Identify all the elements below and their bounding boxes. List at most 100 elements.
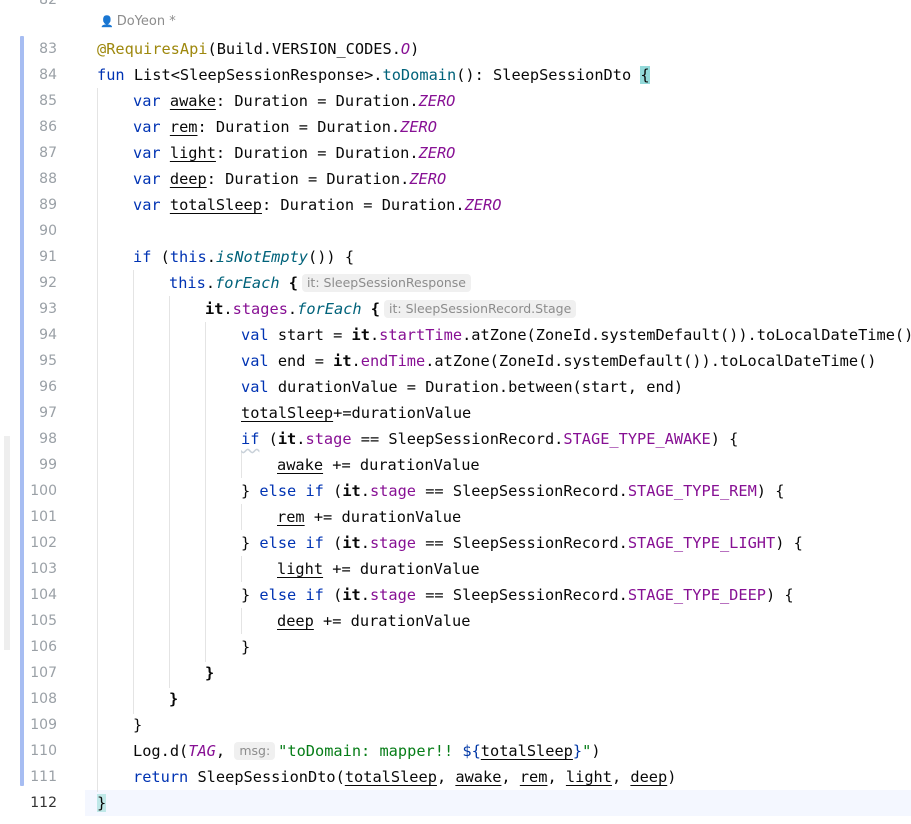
variable: deep xyxy=(277,612,314,630)
code-line[interactable]: } xyxy=(97,790,107,816)
keyword: else if xyxy=(259,482,324,500)
property: startTime xyxy=(379,326,463,344)
line-number: 103 xyxy=(30,561,57,577)
keyword: var xyxy=(133,92,161,110)
code-line[interactable]: val start = it.startTime.atZone(ZoneId.s… xyxy=(241,322,911,348)
variable: totalSleep xyxy=(480,742,573,760)
code-line[interactable]: } else if (it.stage == SleepSessionRecor… xyxy=(241,530,803,556)
keyword: if xyxy=(133,248,152,266)
code-text: ( xyxy=(151,248,170,266)
code-line[interactable]: } xyxy=(205,660,214,686)
code-line[interactable]: } xyxy=(133,712,142,738)
indent-guide xyxy=(241,452,242,478)
line-number: 97 xyxy=(39,405,57,421)
code-line[interactable]: light += durationValue xyxy=(277,556,480,582)
constant: STAGE_TYPE_REM xyxy=(627,482,757,500)
variable: totalSleep xyxy=(344,768,437,786)
indent-guide xyxy=(241,504,242,530)
code-text: . xyxy=(205,274,216,292)
code-editor[interactable]: @RequiresApi(Build.VERSION_CODES.O) fun … xyxy=(95,0,911,824)
line-number: 104 xyxy=(30,587,57,603)
keyword: return xyxy=(133,768,189,786)
constant: ZERO xyxy=(409,170,447,188)
code-line[interactable]: fun List<SleepSessionResponse>.toDomain(… xyxy=(97,62,650,88)
indent-guide xyxy=(241,556,242,582)
line-number: 102 xyxy=(30,535,57,551)
function-name: forEach xyxy=(215,274,280,292)
code-text: . xyxy=(206,248,216,266)
line-number: 88 xyxy=(39,171,57,187)
line-number: 111 xyxy=(30,769,57,785)
keyword: val xyxy=(241,378,269,396)
code-line[interactable]: @RequiresApi(Build.VERSION_CODES.O) xyxy=(97,36,419,62)
line-number: 99 xyxy=(39,457,57,473)
code-text: == SleepSessionRecord. xyxy=(416,482,628,500)
code-text: .atZone(ZoneId.systemDefault()).toLocalD… xyxy=(425,352,877,370)
code-line[interactable]: var awake: Duration = Duration.ZERO xyxy=(133,88,455,114)
code-line[interactable]: var rem: Duration = Duration.ZERO xyxy=(133,114,437,140)
code-text: == SleepSessionRecord. xyxy=(416,534,628,552)
code-line[interactable]: } xyxy=(241,634,250,660)
keyword: var xyxy=(133,170,161,188)
code-text: } xyxy=(241,534,260,552)
variable: light xyxy=(565,768,612,786)
it-reference: it xyxy=(333,352,352,370)
line-number: 100 xyxy=(30,483,57,499)
line-number: 83 xyxy=(39,41,57,57)
property: endTime xyxy=(360,352,426,370)
indent-guide xyxy=(133,270,134,714)
line-number: 106 xyxy=(30,639,57,655)
code-text: ) { xyxy=(766,586,794,604)
code-line[interactable]: } else if (it.stage == SleepSessionRecor… xyxy=(241,582,794,608)
it-reference: it xyxy=(277,430,297,448)
code-line[interactable]: it.stages.forEach {it: SleepSessionRecor… xyxy=(205,296,577,322)
code-line[interactable]: var light: Duration = Duration.ZERO xyxy=(133,140,455,166)
variable: rem xyxy=(519,768,548,786)
constant: ZERO xyxy=(400,118,437,136)
code-line[interactable]: this.forEach {it: SleepSessionResponse xyxy=(169,270,471,296)
code-text: (): SleepSessionDto xyxy=(456,66,641,84)
code-text: += durationValue xyxy=(323,456,480,474)
code-text: . xyxy=(351,352,361,370)
code-line[interactable]: if (this.isNotEmpty()) { xyxy=(133,244,354,270)
code-line[interactable]: awake += durationValue xyxy=(277,452,480,478)
variable: awake xyxy=(169,92,216,110)
variable: totalSleep xyxy=(241,404,334,422)
code-line[interactable]: } xyxy=(169,686,178,712)
code-text: } xyxy=(241,586,260,604)
function-name: toDomain xyxy=(382,66,457,84)
code-text: , xyxy=(501,768,520,786)
keyword: var xyxy=(133,144,161,162)
code-line[interactable]: if (it.stage == SleepSessionRecord.STAGE… xyxy=(241,426,738,452)
code-text: == SleepSessionRecord. xyxy=(351,430,564,448)
code-text: == SleepSessionRecord. xyxy=(416,586,628,604)
keyword: else if xyxy=(259,534,324,552)
constant: STAGE_TYPE_LIGHT xyxy=(627,534,776,552)
line-number: 98 xyxy=(39,431,57,447)
code-text: } xyxy=(241,638,251,656)
keyword: else if xyxy=(259,586,324,604)
line-number: 105 xyxy=(30,613,57,629)
code-line[interactable]: deep += durationValue xyxy=(277,608,470,634)
line-number: 109 xyxy=(30,717,57,733)
indent-guide xyxy=(169,296,170,688)
code-line[interactable]: val end = it.endTime.atZone(ZoneId.syste… xyxy=(241,348,877,374)
code-line[interactable]: var totalSleep: Duration = Duration.ZERO xyxy=(133,192,501,218)
code-line[interactable]: var deep: Duration = Duration.ZERO xyxy=(133,166,446,192)
code-text: ) xyxy=(667,768,677,786)
it-reference: it xyxy=(351,326,370,344)
matched-brace: } xyxy=(97,794,107,812)
code-line[interactable]: rem += durationValue xyxy=(277,504,461,530)
line-number: 96 xyxy=(39,379,57,395)
code-text: } xyxy=(241,482,260,500)
code-line[interactable]: } else if (it.stage == SleepSessionRecor… xyxy=(241,478,784,504)
line-number: 84 xyxy=(39,67,57,83)
code-line[interactable]: totalSleep+=durationValue xyxy=(241,400,471,426)
code-line[interactable]: return SleepSessionDto(totalSleep, awake… xyxy=(133,764,676,790)
line-number: 94 xyxy=(39,327,57,343)
code-line[interactable]: Log.d(TAG, msg: "toDomain: mapper!! ${tot… xyxy=(133,738,601,764)
variable: rem xyxy=(169,118,198,136)
code-text: += durationValue xyxy=(323,560,480,578)
code-line[interactable]: val durationValue = Duration.between(sta… xyxy=(241,374,683,400)
it-reference: it xyxy=(342,586,361,604)
